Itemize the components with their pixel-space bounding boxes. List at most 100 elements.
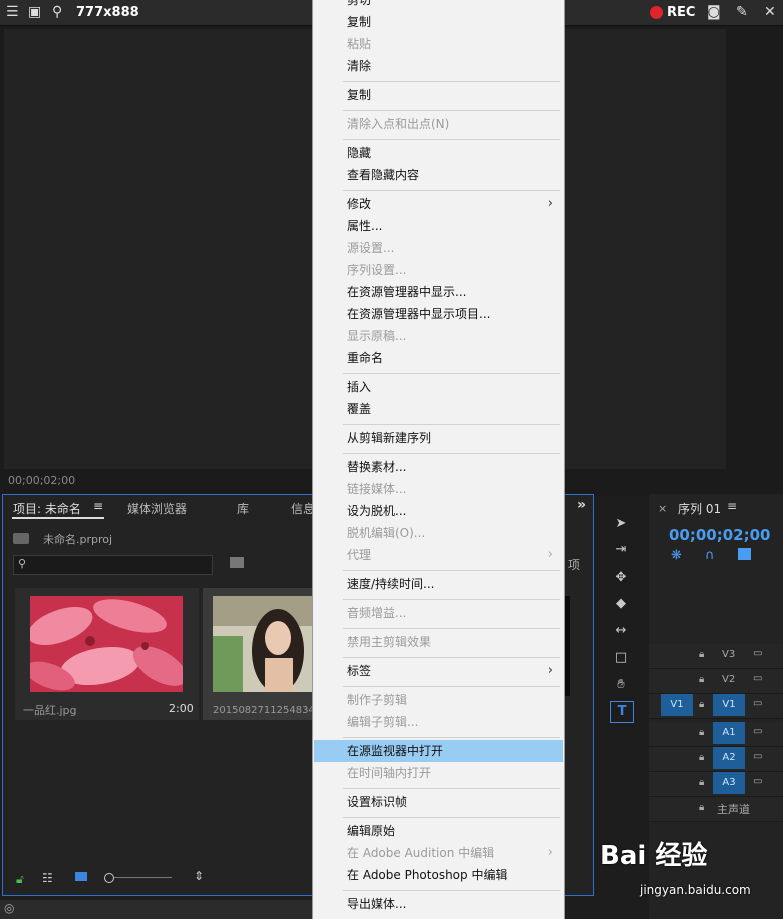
menu-item-edit-in-photoshop[interactable]: 在 Adobe Photoshop 中编辑 — [314, 864, 563, 886]
menu-item-show-original[interactable]: 显示原稿... — [314, 325, 563, 347]
panel-menu-icon[interactable]: ≡ — [93, 494, 103, 519]
lock-icon[interactable]: 🔒︎ — [699, 752, 704, 763]
menu-item-hide[interactable]: 隐藏 — [314, 142, 563, 164]
menu-item-edit-subclip[interactable]: 编辑子剪辑... — [314, 711, 563, 733]
type-tool-icon[interactable]: T — [610, 701, 634, 723]
tab-media-browser[interactable]: 媒体浏览器 — [127, 500, 187, 517]
link-icon[interactable]: ∩ — [705, 548, 715, 563]
project-search-input[interactable]: ⚲ — [13, 555, 213, 575]
tab-sequence[interactable]: 序列 01 — [678, 500, 721, 517]
menu-item-disable-master-clip-effects[interactable]: 禁用主剪辑效果 — [314, 631, 563, 653]
track-row[interactable]: 🔒︎ A1 ▭ — [649, 722, 783, 747]
toggle-output-icon[interactable]: ▭ — [753, 698, 762, 709]
hand-tool-icon[interactable]: ✋︎ — [610, 675, 632, 695]
selection-tool-icon[interactable]: ➤ — [610, 514, 632, 534]
source-patch[interactable]: V1 — [661, 694, 693, 716]
track-row[interactable]: 🔒︎ A3 ▭ — [649, 772, 783, 797]
menu-item-clear[interactable]: 清除 — [314, 55, 563, 77]
menu-item-reveal-project-in-explorer[interactable]: 在资源管理器中显示项目... — [314, 303, 563, 325]
menu-item-source-settings[interactable]: 源设置... — [314, 237, 563, 259]
icon-view-icon[interactable] — [75, 872, 87, 881]
window-icon[interactable]: ▣ — [28, 0, 41, 25]
track-name[interactable]: A3 — [713, 772, 745, 794]
track-select-tool-icon[interactable]: ⇥ — [610, 540, 632, 560]
menu-item-proxy[interactable]: 代理 › — [314, 544, 563, 566]
menu-item-duplicate[interactable]: 复制 — [314, 84, 563, 106]
track-name[interactable]: A2 — [713, 747, 745, 769]
slip-tool-icon[interactable]: ↔ — [610, 621, 632, 641]
toggle-output-icon[interactable]: ▭ — [753, 726, 762, 737]
record-icon[interactable] — [650, 6, 663, 19]
close-icon[interactable]: ✕ — [764, 0, 776, 25]
menu-item-cut[interactable]: 剪切 — [314, 0, 563, 11]
track-row[interactable]: 🔒︎ V2 ▭ — [649, 669, 783, 694]
menu-item-make-subclip[interactable]: 制作子剪辑 — [314, 689, 563, 711]
menu-item-properties[interactable]: 属性... — [314, 215, 563, 237]
lock-icon[interactable]: 🔒︎ — [699, 674, 704, 685]
toggle-output-icon[interactable]: ▭ — [753, 776, 762, 787]
menu-item-link-media[interactable]: 链接媒体... — [314, 478, 563, 500]
toggle-output-icon[interactable]: ▭ — [753, 751, 762, 762]
toggle-output-icon[interactable]: ▭ — [753, 673, 762, 684]
track-row[interactable]: 🔒︎ 主声道 — [649, 797, 783, 822]
menu-item-make-offline[interactable]: 设为脱机... — [314, 500, 563, 522]
menu-item-clear-in-out[interactable]: 清除入点和出点(N) — [314, 113, 563, 135]
menu-item-set-poster-frame[interactable]: 设置标识帧 — [314, 791, 563, 813]
hamburger-icon[interactable]: ☰ — [6, 0, 19, 25]
rec-label[interactable]: REC — [667, 5, 695, 20]
track-row[interactable]: 🔒︎ A2 ▭ — [649, 747, 783, 772]
menu-item-replace-footage[interactable]: 替换素材... — [314, 456, 563, 478]
monitor-timecode[interactable]: 00;00;02;00 — [8, 474, 75, 487]
menu-item-label-submenu[interactable]: 标签 › — [314, 660, 563, 682]
sort-icon[interactable]: ⇕ — [194, 869, 204, 883]
menu-item-view-hidden[interactable]: 查看隐藏内容 — [314, 164, 563, 186]
track-row[interactable]: V1 🔒︎ V1 ▭ — [649, 694, 783, 719]
toggle-output-icon[interactable]: ▭ — [753, 648, 762, 659]
tab-project[interactable]: 项目: 未命名 — [13, 500, 81, 517]
menu-item-overwrite[interactable]: 覆盖 — [314, 398, 563, 420]
marker-icon[interactable] — [738, 548, 751, 560]
menu-item-open-in-timeline[interactable]: 在时间轴内打开 — [314, 762, 563, 784]
menu-item-copy[interactable]: 复制 — [314, 11, 563, 33]
pen-icon[interactable]: ✎ — [736, 0, 748, 25]
lock-icon[interactable]: 🔒︎ — [699, 777, 704, 788]
expand-panels-icon[interactable]: » — [577, 497, 586, 513]
lock-icon[interactable]: 🔓︎ — [16, 872, 24, 887]
menu-item-edit-original[interactable]: 编辑原始 — [314, 820, 563, 842]
menu-item-rename[interactable]: 重命名 — [314, 347, 563, 369]
lock-icon[interactable]: 🔒︎ — [699, 727, 704, 738]
menu-item-open-in-source-monitor[interactable]: 在源监视器中打开 — [314, 740, 563, 762]
slider-handle[interactable] — [104, 873, 114, 883]
list-view-icon[interactable]: ☷ — [42, 871, 53, 885]
menu-item-insert[interactable]: 插入 — [314, 376, 563, 398]
menu-item-sequence-settings[interactable]: 序列设置... — [314, 259, 563, 281]
menu-item-modify[interactable]: 修改 › — [314, 193, 563, 215]
menu-item-speed-duration[interactable]: 速度/持续时间... — [314, 573, 563, 595]
clip-card[interactable]: 一品红.jpg 2:00 — [15, 588, 199, 720]
camera-icon[interactable]: ◙ — [707, 0, 721, 25]
track-name[interactable]: A1 — [713, 722, 745, 744]
menu-item-reveal-in-explorer[interactable]: 在资源管理器中显示... — [314, 281, 563, 303]
lock-icon[interactable]: 🔒︎ — [699, 699, 704, 710]
search-icon[interactable]: ⚲ — [52, 0, 62, 25]
timeline-timecode[interactable]: 00;00;02;00 — [669, 526, 771, 544]
clip-card[interactable]: 20150827112548348... — [203, 588, 331, 720]
lock-icon[interactable]: 🔒︎ — [699, 802, 704, 813]
menu-item-paste[interactable]: 粘贴 — [314, 33, 563, 55]
menu-item-edit-in-audition[interactable]: 在 Adobe Audition 中编辑 › — [314, 842, 563, 864]
tab-library[interactable]: 库 — [237, 500, 249, 517]
ripple-edit-tool-icon[interactable]: ✥ — [610, 568, 632, 588]
menu-item-audio-gain[interactable]: 音频增益... — [314, 602, 563, 624]
track-row[interactable]: 🔒︎ V3 ▭ — [649, 644, 783, 669]
track-name[interactable]: V1 — [713, 694, 745, 716]
menu-item-export-media[interactable]: 导出媒体... — [314, 893, 563, 915]
snap-icon[interactable]: ❋ — [671, 548, 682, 563]
new-bin-icon[interactable] — [230, 557, 244, 568]
lock-icon[interactable]: 🔒︎ — [699, 649, 704, 660]
pen-tool-icon[interactable]: □ — [610, 648, 632, 668]
zoom-slider[interactable] — [104, 873, 172, 883]
panel-menu-icon[interactable]: ≡ — [727, 499, 737, 513]
razor-tool-icon[interactable]: ◆ — [610, 594, 632, 614]
menu-item-edit-offline[interactable]: 脱机编辑(O)... — [314, 522, 563, 544]
close-tab-icon[interactable]: × — [658, 502, 667, 515]
